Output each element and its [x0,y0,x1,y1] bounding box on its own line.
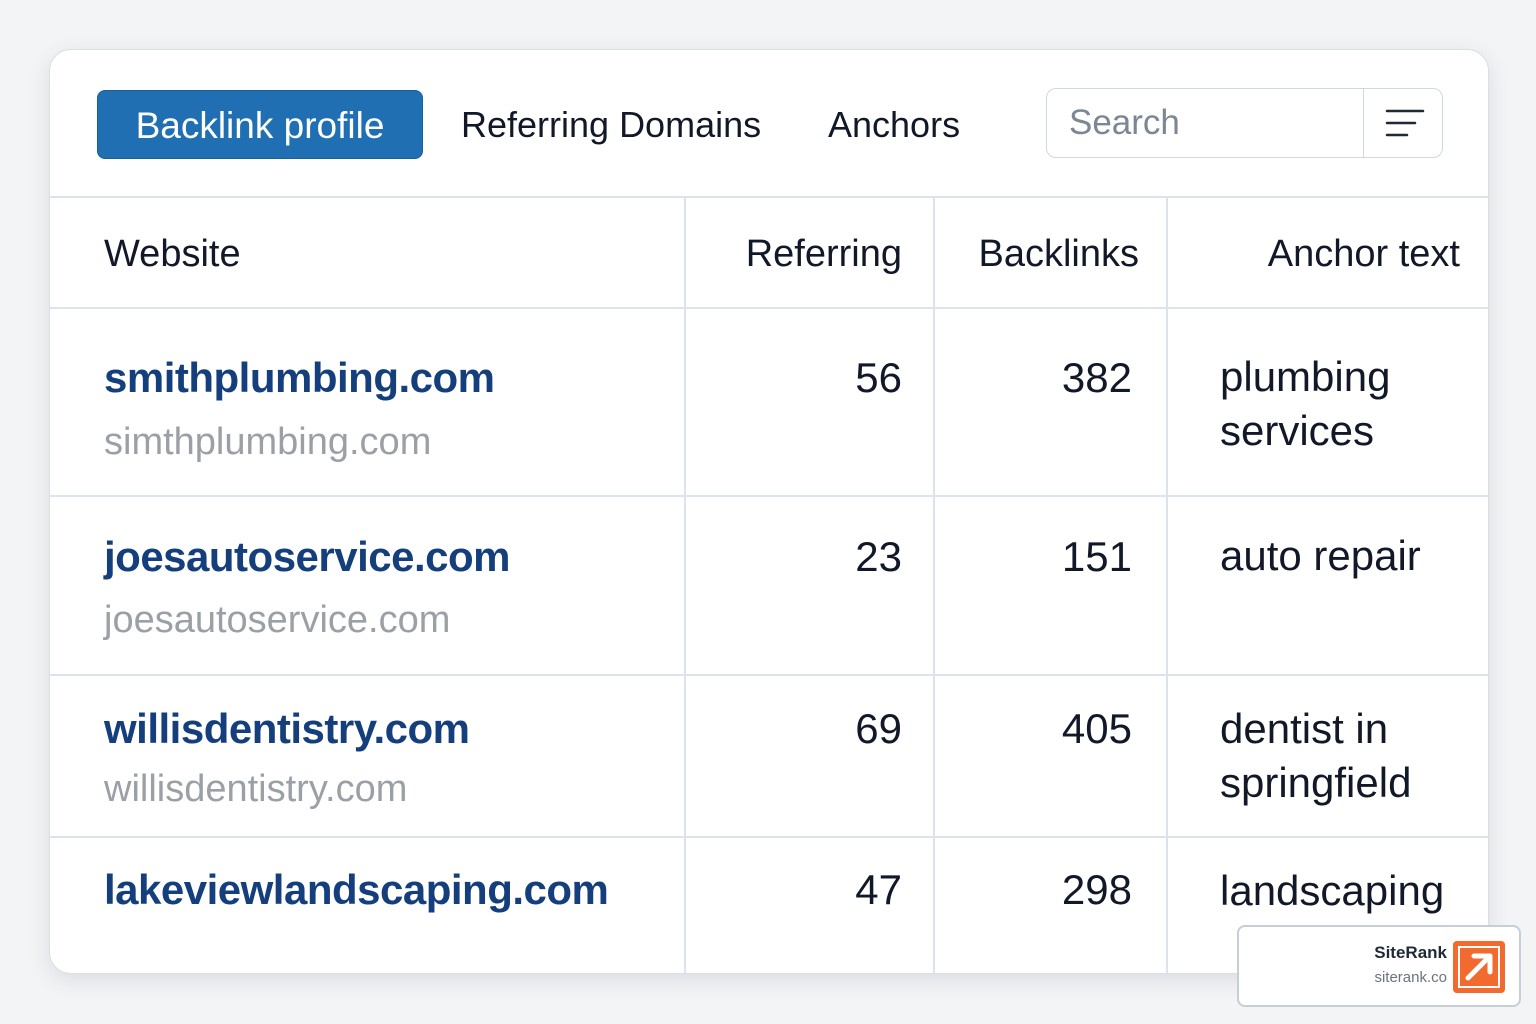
column-divider [684,196,686,973]
search-input[interactable]: Search [1069,89,1180,157]
search-divider [1363,89,1364,157]
row-site-sub: joesautoservice.com [104,599,451,641]
row-referring: 56 [855,354,902,401]
row-divider [50,836,1488,838]
row-referring: 47 [855,866,902,913]
row-divider [50,674,1488,676]
row-divider [50,495,1488,497]
row-site-sub: willisdentistry.com [104,768,408,810]
column-divider [933,196,935,973]
tab-referring-domains[interactable]: Referring Domains [461,90,761,159]
row-site-link[interactable]: joesautoservice.com [104,533,511,581]
row-site-link[interactable]: lakeviewlandscaping.com [104,866,609,914]
row-anchor-text: plumbing services [1220,353,1391,454]
row-referring: 69 [855,705,902,752]
badge-brand-name: SiteRank [1374,943,1447,962]
row-anchor-text: landscaping [1220,867,1445,914]
search-box[interactable]: Search [1046,88,1443,158]
header-website[interactable]: Website [104,233,241,276]
siterank-badge[interactable]: SiteRank siterank.co [1237,925,1521,1007]
filter-icon[interactable] [1385,108,1425,138]
row-backlinks: 151 [1061,533,1132,580]
row-referring: 23 [855,533,902,580]
toolbar: Backlink profile Referring Domains Ancho… [50,50,1488,198]
row-site-link[interactable]: smithplumbing.com [104,354,495,402]
tab-anchors[interactable]: Anchors [828,90,960,159]
row-site-link[interactable]: willisdentistry.com [104,705,470,753]
header-anchor-text[interactable]: Anchor text [1190,233,1460,276]
row-backlinks: 405 [1061,705,1132,752]
backlink-table-card: Backlink profile Referring Domains Ancho… [49,49,1489,974]
siterank-logo-icon [1453,941,1505,993]
row-divider [50,307,1488,309]
row-anchor-text: auto repair [1220,532,1421,579]
badge-url: siterank.co [1374,969,1447,986]
row-backlinks: 382 [1061,354,1132,401]
column-divider [1166,196,1168,973]
header-backlinks[interactable]: Backlinks [950,233,1140,276]
row-backlinks: 298 [1061,866,1132,913]
header-referring[interactable]: Referring [710,233,902,276]
row-anchor-text: dentist in springfield [1220,705,1412,806]
tab-backlink-profile[interactable]: Backlink profile [97,90,423,159]
row-site-sub: simthplumbing.com [104,421,432,463]
